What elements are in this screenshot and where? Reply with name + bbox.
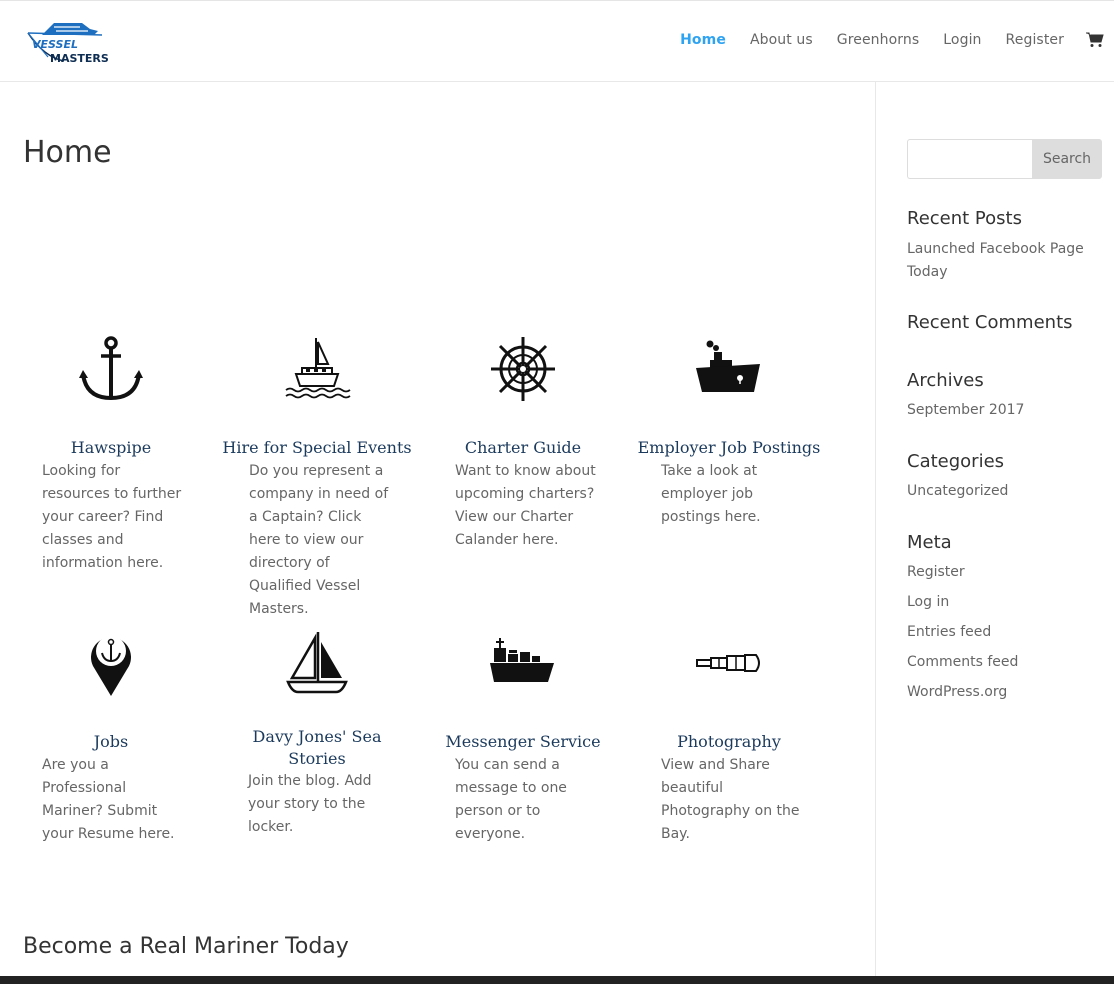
- main-content: Home Hawspipe Looking for resources to f…: [0, 82, 876, 976]
- feature-description: You can send a message to one person or …: [455, 757, 567, 842]
- section-title: Become a Real Mariner Today: [23, 934, 349, 959]
- archive-link[interactable]: September 2017: [907, 399, 1087, 422]
- meta-link-entries-feed[interactable]: Entries feed: [907, 621, 1087, 644]
- meta-title: Meta: [907, 532, 952, 553]
- recent-posts-title: Recent Posts: [907, 208, 1022, 229]
- feature-description: Looking for resources to further your ca…: [42, 463, 182, 571]
- meta-link-wordpress[interactable]: WordPress.org: [907, 681, 1087, 704]
- feature-title[interactable]: Employer Job Postings: [634, 438, 824, 457]
- feature-title[interactable]: Jobs: [16, 732, 206, 751]
- recent-comments-title: Recent Comments: [907, 312, 1073, 333]
- feature-description: View and Share beautiful Photography on …: [661, 757, 800, 842]
- meta-link-comments-feed[interactable]: Comments feed: [907, 651, 1087, 674]
- category-link[interactable]: Uncategorized: [907, 480, 1087, 503]
- ship-wheel-icon: [488, 334, 558, 404]
- footer-bar: [0, 976, 1114, 984]
- search-input[interactable]: [907, 139, 1033, 179]
- spyglass-icon: [694, 628, 764, 698]
- categories-title: Categories: [907, 451, 1005, 472]
- nav-register[interactable]: Register: [1006, 32, 1064, 48]
- feature-title[interactable]: Messenger Service: [428, 732, 618, 751]
- logo-text-masters: MASTERS: [50, 52, 109, 65]
- nav-about-us[interactable]: About us: [750, 32, 813, 48]
- feature-description: Want to know about upcoming charters? Vi…: [455, 463, 596, 548]
- recent-post-link[interactable]: Launched Facebook Page Today: [907, 238, 1087, 284]
- cargo-ship-icon: [488, 628, 558, 698]
- feature-title[interactable]: Davy Jones' Sea Stories: [222, 726, 412, 770]
- feature-description: Do you represent a company in need of a …: [249, 463, 389, 617]
- anchor-icon: [76, 334, 146, 404]
- feature-title[interactable]: Hire for Special Events: [222, 438, 412, 457]
- meta-link-register[interactable]: Register: [907, 561, 1087, 584]
- page-title: Home: [23, 135, 112, 170]
- site-header: VESSEL MASTERS Home About us Greenhorns …: [0, 0, 1114, 82]
- nav-login[interactable]: Login: [943, 32, 981, 48]
- meta-link-login[interactable]: Log in: [907, 591, 1087, 614]
- feature-description: Take a look at employer job postings her…: [661, 463, 761, 525]
- logo-text-vessel: VESSEL: [32, 38, 79, 51]
- nav-greenhorns[interactable]: Greenhorns: [837, 32, 920, 48]
- nav-home[interactable]: Home: [680, 32, 726, 48]
- steamship-icon: [694, 334, 764, 404]
- feature-title[interactable]: Hawspipe: [16, 438, 206, 457]
- cart-icon[interactable]: [1086, 32, 1104, 48]
- main-nav: Home About us Greenhorns Login Register: [656, 32, 1104, 48]
- feature-title[interactable]: Charter Guide: [428, 438, 618, 457]
- anchor-pin-icon: [76, 628, 146, 698]
- feature-description: Are you a Professional Mariner? Submit y…: [42, 757, 175, 842]
- search-button[interactable]: Search: [1032, 139, 1102, 179]
- archives-title: Archives: [907, 370, 984, 391]
- site-logo[interactable]: VESSEL MASTERS: [24, 17, 116, 67]
- sailboat-icon: [282, 628, 352, 698]
- feature-description: Join the blog. Add your story to the loc…: [248, 773, 372, 835]
- feature-title[interactable]: Photography: [634, 732, 824, 751]
- sailboat-ferry-icon: [282, 334, 352, 404]
